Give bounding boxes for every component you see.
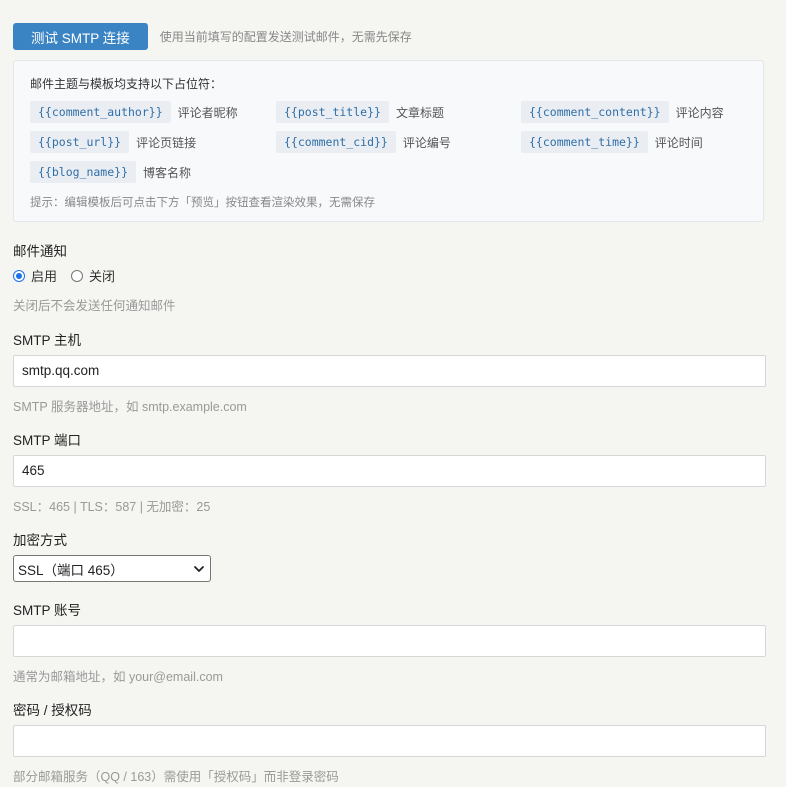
chevron-down-icon xyxy=(194,565,204,572)
placeholder-code: {{comment_cid}} xyxy=(276,131,396,153)
notify-disable-label[interactable]: 关闭 xyxy=(89,266,115,285)
encryption-select[interactable]: SSL（端口 465） xyxy=(13,555,211,582)
placeholder-desc: 评论时间 xyxy=(654,135,703,150)
placeholder-code: {{comment_content}} xyxy=(521,101,669,123)
placeholder-tip: 提示：编辑模板后可点击下方「预览」按钮查看渲染效果，无需保存 xyxy=(30,197,375,209)
placeholder-desc: 文章标题 xyxy=(395,105,444,120)
placeholder-item: {{post_url}} 评论页链接 xyxy=(30,131,196,153)
placeholder-item: {{comment_author}} 评论者昵称 xyxy=(30,101,238,123)
placeholder-desc: 评论页链接 xyxy=(136,135,197,150)
placeholder-code: {{blog_name}} xyxy=(30,161,137,183)
port-help: SSL：465 | TLS：587 | 无加密：25 xyxy=(13,500,211,514)
notify-disable-radio[interactable] xyxy=(71,269,84,282)
account-label: SMTP 账号 xyxy=(13,603,82,618)
notify-radio-group: 启用 关闭 xyxy=(13,266,129,285)
host-help: SMTP 服务器地址，如 smtp.example.com xyxy=(13,400,247,414)
host-label: SMTP 主机 xyxy=(13,333,82,348)
placeholder-desc: 评论编号 xyxy=(402,135,451,150)
notify-enable-label[interactable]: 启用 xyxy=(31,266,57,285)
placeholder-code: {{post_title}} xyxy=(276,101,389,123)
placeholder-info-box: 邮件主题与模板均支持以下占位符： {{comment_author}} 评论者昵… xyxy=(13,60,764,222)
notify-enable-radio[interactable] xyxy=(13,269,25,282)
encryption-label: 加密方式 xyxy=(13,533,67,548)
placeholder-title: 邮件主题与模板均支持以下占位符： xyxy=(30,77,223,91)
smtp-port-input[interactable]: 465 xyxy=(13,455,766,487)
port-label: SMTP 端口 xyxy=(13,433,82,448)
placeholder-desc: 评论内容 xyxy=(675,105,724,120)
placeholder-code: {{post_url}} xyxy=(30,131,130,153)
test-smtp-hint: 使用当前填写的配置发送测试邮件，无需先保存 xyxy=(159,30,412,44)
placeholder-item: {{comment_content}} 评论内容 xyxy=(521,101,724,123)
password-label: 密码 / 授权码 xyxy=(13,703,92,718)
test-smtp-button[interactable]: 测试 SMTP 连接 xyxy=(13,23,148,50)
placeholder-code: {{comment_time}} xyxy=(521,131,648,153)
notify-help: 关闭后不会发送任何通知邮件 xyxy=(13,299,176,313)
placeholder-desc: 博客名称 xyxy=(143,165,192,180)
placeholder-item: {{comment_time}} 评论时间 xyxy=(521,131,703,153)
test-connection-row: 测试 SMTP 连接 使用当前填写的配置发送测试邮件，无需先保存 xyxy=(13,23,412,50)
placeholder-desc: 评论者昵称 xyxy=(177,105,238,120)
placeholder-item: {{blog_name}} 博客名称 xyxy=(30,161,191,183)
password-help: 部分邮箱服务（QQ / 163）需使用「授权码」而非登录密码 xyxy=(13,770,339,784)
smtp-host-input[interactable]: smtp.qq.com xyxy=(13,355,766,387)
smtp-password-input[interactable] xyxy=(13,725,766,757)
notify-label: 邮件通知 xyxy=(13,244,67,259)
placeholder-code: {{comment_author}} xyxy=(30,101,171,123)
account-help: 通常为邮箱地址，如 your@email.com xyxy=(13,670,223,684)
placeholder-item: {{post_title}} 文章标题 xyxy=(276,101,444,123)
placeholder-item: {{comment_cid}} 评论编号 xyxy=(276,131,451,153)
smtp-account-input[interactable] xyxy=(13,625,766,657)
encryption-selected-value: SSL（端口 465） xyxy=(18,562,124,578)
